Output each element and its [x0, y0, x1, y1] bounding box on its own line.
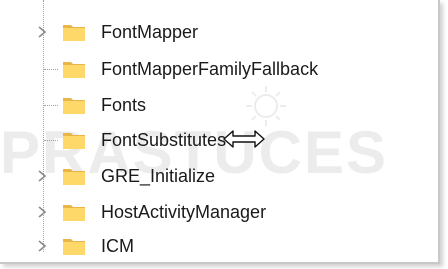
- tree-item-label: HostActivityManager: [101, 202, 267, 222]
- tree-item-fontmapperfamilyfallback[interactable]: FontMapperFamilyFallback: [0, 51, 438, 87]
- folder-icon: [63, 133, 85, 149]
- tree-item-gre-initialize[interactable]: GRE_Initialize: [0, 158, 438, 194]
- tree-item-icm[interactable]: ICM: [0, 228, 438, 262]
- folder-icon: [63, 169, 85, 185]
- tree-guide-line: [44, 140, 58, 141]
- tree-item-fonts[interactable]: Fonts: [0, 87, 438, 123]
- tree-item-label: FontMapper: [101, 22, 199, 42]
- registry-tree-panel: PRASTUCES FontMapper FontMapperFamilyFal…: [0, 0, 440, 264]
- folder-icon: [63, 62, 85, 78]
- folder-icon: [63, 205, 85, 221]
- tree-item-label: GRE_Initialize: [101, 166, 216, 186]
- folder-icon: [63, 25, 85, 41]
- tree-guide-line: [44, 69, 58, 70]
- tree-item-label: FontSubstitutes: [101, 130, 227, 150]
- folder-icon: [63, 239, 85, 255]
- tree-guide-line: [44, 105, 58, 106]
- chevron-right-icon[interactable]: [36, 25, 48, 39]
- horizontal-resize-cursor-icon: [223, 130, 265, 148]
- tree-item-hostactivitymanager[interactable]: HostActivityManager: [0, 194, 438, 230]
- tree-item-label: ICM: [101, 236, 134, 256]
- chevron-right-icon[interactable]: [36, 169, 48, 183]
- chevron-right-icon[interactable]: [36, 239, 48, 253]
- tree-item-fontsubstitutes[interactable]: FontSubstitutes: [0, 122, 438, 158]
- tree-item-label: FontMapperFamilyFallback: [101, 59, 319, 79]
- tree-item-fontmapper[interactable]: FontMapper: [0, 14, 438, 50]
- folder-icon: [63, 98, 85, 114]
- tree-item-label: Fonts: [101, 95, 147, 115]
- chevron-right-icon[interactable]: [36, 205, 48, 219]
